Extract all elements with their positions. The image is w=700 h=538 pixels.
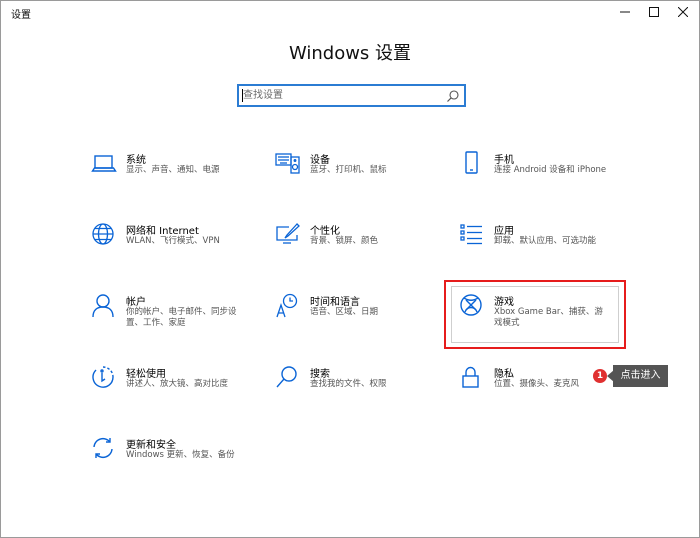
- tile-title: 搜索: [310, 369, 330, 380]
- tile-title: 系统: [126, 155, 146, 166]
- close-button[interactable]: [668, 1, 698, 23]
- tile-privacy[interactable]: 隐私 位置、摄像头、麦克风: [459, 365, 589, 415]
- tile-description: 你的帐户、电子邮件、同步设置、工作、家庭: [126, 307, 237, 328]
- settings-window: 设置 Windows 设置 系统 显示、声音、通知、电源: [0, 0, 700, 538]
- tile-title: 网络和 Internet: [126, 226, 199, 237]
- apps-list-icon: [459, 222, 485, 248]
- globe-icon: [91, 222, 117, 248]
- tile-ease-of-access[interactable]: 轻松使用 讲述人、放大镜、高对比度: [91, 365, 261, 415]
- callout-tooltip: 点击进入: [613, 365, 668, 387]
- xbox-icon: [459, 293, 485, 319]
- tile-description: Xbox Game Bar、捕获、游戏模式: [494, 307, 603, 328]
- tile-description: 连接 Android 设备和 iPhone: [494, 165, 607, 175]
- tile-title: 时间和语言: [310, 297, 360, 308]
- tile-description: 背景、锁屏、颜色: [310, 236, 379, 246]
- maximize-icon: [649, 7, 659, 17]
- tile-description: 查找我的文件、权限: [310, 379, 387, 389]
- tile-description: 卸载、默认应用、可选功能: [494, 236, 597, 246]
- tile-system[interactable]: 系统 显示、声音、通知、电源: [91, 151, 261, 201]
- tile-description: 语音、区域、日期: [310, 307, 379, 317]
- time-language-icon: [275, 293, 301, 319]
- maximize-button[interactable]: [639, 1, 669, 23]
- tile-title: 手机: [494, 155, 514, 166]
- tile-title: 游戏: [494, 297, 514, 308]
- person-icon: [91, 293, 117, 319]
- tile-update-security[interactable]: 更新和安全 Windows 更新、恢复、备份: [91, 436, 261, 486]
- ease-of-access-icon: [91, 365, 117, 391]
- tile-devices[interactable]: 设备 蓝牙、打印机、鼠标: [275, 151, 445, 201]
- tile-description: WLAN、飞行模式、VPN: [126, 236, 220, 246]
- paint-monitor-icon: [275, 222, 301, 248]
- tile-title: 设备: [310, 155, 330, 166]
- tile-title: 轻松使用: [126, 369, 166, 380]
- tile-title: 个性化: [310, 226, 340, 237]
- search-box[interactable]: [237, 84, 466, 107]
- phone-icon: [459, 151, 485, 177]
- lock-icon: [459, 365, 485, 391]
- tile-description: 讲述人、放大镜、高对比度: [126, 379, 229, 389]
- tile-description: 显示、声音、通知、电源: [126, 165, 220, 175]
- minimize-button[interactable]: [610, 1, 640, 23]
- tile-gaming[interactable]: 游戏 Xbox Game Bar、捕获、游戏模式: [459, 293, 629, 343]
- tile-phone[interactable]: 手机 连接 Android 设备和 iPhone: [459, 151, 639, 201]
- tile-title: 应用: [494, 226, 514, 237]
- window-title: 设置: [11, 10, 31, 21]
- tile-search[interactable]: 搜索 查找我的文件、权限: [275, 365, 445, 415]
- minimize-icon: [620, 11, 630, 13]
- tile-title: 更新和安全: [126, 440, 176, 451]
- tile-description: 蓝牙、打印机、鼠标: [310, 165, 387, 175]
- tile-description: Windows 更新、恢复、备份: [126, 450, 235, 460]
- tile-network[interactable]: 网络和 Internet WLAN、飞行模式、VPN: [91, 222, 261, 272]
- tile-description: 位置、摄像头、麦克风: [494, 379, 580, 389]
- title-bar[interactable]: 设置: [1, 1, 699, 25]
- laptop-icon: [91, 151, 117, 177]
- page-title: Windows 设置: [288, 43, 412, 64]
- tile-time-language[interactable]: 时间和语言 语音、区域、日期: [275, 293, 445, 343]
- tile-accounts[interactable]: 帐户 你的帐户、电子邮件、同步设置、工作、家庭: [91, 293, 241, 343]
- sync-arrows-icon: [91, 436, 117, 462]
- step-badge: 1: [593, 369, 607, 383]
- tile-personalization[interactable]: 个性化 背景、锁屏、颜色: [275, 222, 445, 272]
- search-input[interactable]: [243, 88, 439, 103]
- tile-title: 隐私: [494, 369, 514, 380]
- tile-title: 帐户: [126, 297, 146, 308]
- keyboard-speaker-icon: [275, 151, 301, 177]
- search-icon[interactable]: [446, 89, 460, 103]
- tile-apps[interactable]: 应用 卸载、默认应用、可选功能: [459, 222, 639, 272]
- magnifier-icon: [275, 365, 301, 391]
- close-icon: [678, 7, 688, 17]
